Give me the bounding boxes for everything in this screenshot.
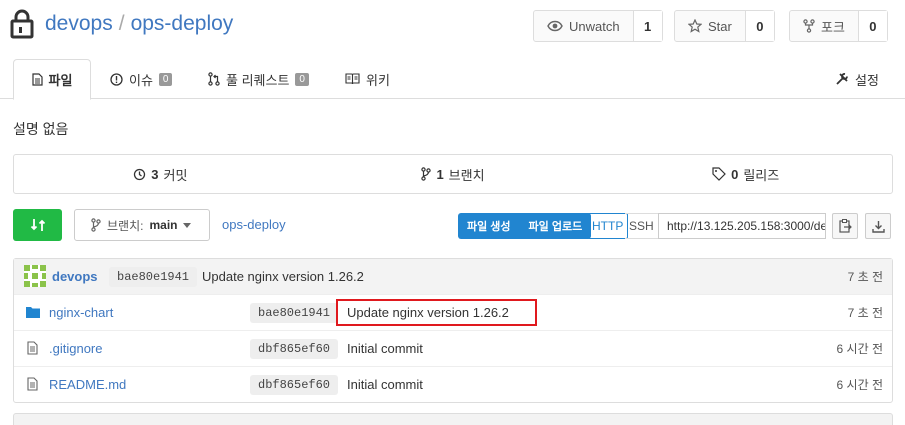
- download-icon: [871, 220, 885, 233]
- repo-title-separator: /: [118, 12, 125, 35]
- lock-icon: [10, 9, 34, 39]
- repo-description: 설명 없음: [13, 121, 69, 137]
- latest-commit-message[interactable]: Update nginx version 1.26.2: [202, 269, 364, 284]
- tab-files-label: 파일: [48, 73, 73, 88]
- clipboard-icon: [838, 219, 852, 233]
- fork-label: 포크: [821, 19, 845, 35]
- file-row[interactable]: nginx-chart bae80e1941 Update nginx vers…: [14, 294, 892, 330]
- compare-button[interactable]: [13, 209, 62, 241]
- sync-arrows-icon: [30, 217, 46, 233]
- releases-count: 0: [731, 166, 739, 182]
- tab-settings-label: 설정: [855, 72, 879, 88]
- file-name-link[interactable]: nginx-chart: [49, 305, 113, 320]
- caret-down-icon: [183, 222, 192, 228]
- repo-stats-bar: 3 커밋 1 브랜치 0 릴리즈: [13, 154, 893, 194]
- file-commit-sha[interactable]: dbf865ef60: [250, 338, 339, 359]
- http-clone-button[interactable]: HTTP: [587, 213, 629, 239]
- upload-file-button[interactable]: 파일 업로드: [520, 213, 592, 239]
- file-table: devops bae80e1941 Update nginx version 1…: [13, 258, 893, 403]
- branches-label: 브랜치: [448, 167, 485, 183]
- file-actions-group: 파일 생성 파일 업로드: [458, 213, 592, 239]
- unwatch-label: Unwatch: [569, 18, 620, 34]
- branches-stat[interactable]: 1 브랜치: [307, 155, 600, 193]
- copy-url-button[interactable]: [832, 213, 858, 239]
- commit-author-link[interactable]: devops: [52, 269, 98, 284]
- file-row[interactable]: README.md dbf865ef60 Initial commit 6 시간…: [14, 366, 892, 402]
- star-button[interactable]: Star: [675, 11, 746, 41]
- repo-tabs: 파일 이슈 0 풀 리퀘스트 0 위키 설정: [0, 59, 905, 100]
- file-commit-message[interactable]: Initial commit: [347, 377, 423, 392]
- file-text-icon: [27, 341, 38, 355]
- latest-commit-age: 7 초 전: [847, 270, 883, 284]
- download-button[interactable]: [865, 213, 891, 239]
- pull-requests-count-badge: 0: [295, 72, 309, 86]
- releases-stat[interactable]: 0 릴리즈: [599, 155, 892, 193]
- tab-issues[interactable]: 이슈 0: [110, 59, 173, 99]
- issues-count-badge: 0: [158, 72, 173, 86]
- folder-icon: [26, 306, 40, 318]
- commits-count: 3: [151, 166, 159, 182]
- fork-count[interactable]: 0: [858, 11, 887, 41]
- git-branch-icon: [421, 167, 432, 181]
- tab-wiki-label: 위키: [366, 72, 390, 88]
- commits-stat[interactable]: 3 커밋: [14, 155, 307, 193]
- file-name-link[interactable]: README.md: [49, 377, 126, 392]
- file-commit-age: 6 시간 전: [836, 342, 883, 356]
- commits-label: 커밋: [163, 167, 188, 183]
- file-commit-age: 6 시간 전: [836, 378, 883, 392]
- star-label: Star: [708, 18, 732, 34]
- file-code-icon: [31, 73, 43, 86]
- new-file-button[interactable]: 파일 생성: [458, 213, 520, 239]
- repo-name-link[interactable]: ops-deploy: [131, 12, 234, 35]
- tag-icon: [712, 167, 726, 181]
- book-icon: [345, 73, 360, 85]
- repo-owner-link[interactable]: devops: [45, 12, 113, 35]
- branch-selector[interactable]: 브랜치: main: [74, 209, 210, 241]
- clone-url-input[interactable]: http://13.125.205.158:3000/devops/ops-de…: [658, 213, 826, 239]
- fork-button-group: 포크 0: [789, 10, 888, 42]
- tab-issues-label: 이슈: [129, 72, 153, 88]
- history-icon: [133, 168, 146, 181]
- ssh-clone-button[interactable]: SSH: [625, 213, 659, 239]
- latest-commit-sha[interactable]: bae80e1941: [109, 266, 198, 287]
- tab-files[interactable]: 파일: [13, 59, 91, 100]
- file-commit-message[interactable]: Update nginx version 1.26.2: [336, 299, 537, 326]
- branch-prefix: 브랜치:: [107, 218, 144, 233]
- readme-header: [13, 413, 893, 425]
- star-count[interactable]: 0: [745, 11, 774, 41]
- eye-icon: [547, 20, 563, 32]
- file-text-icon: [27, 377, 38, 391]
- star-icon: [688, 19, 702, 33]
- tools-icon: [835, 72, 849, 86]
- star-button-group: Star 0: [674, 10, 775, 42]
- tab-wiki[interactable]: 위키: [345, 59, 390, 99]
- repo-forked-icon: [803, 19, 815, 33]
- file-name-link[interactable]: .gitignore: [49, 341, 102, 356]
- watch-count[interactable]: 1: [633, 11, 662, 41]
- tab-settings[interactable]: 설정: [835, 59, 879, 99]
- issue-opened-icon: [110, 72, 123, 86]
- unwatch-button[interactable]: Unwatch: [534, 11, 634, 41]
- releases-label: 릴리즈: [743, 167, 780, 183]
- watch-button-group: Unwatch 1: [533, 10, 663, 42]
- repo-path-link[interactable]: ops-deploy: [222, 217, 286, 232]
- branches-count: 1: [436, 166, 444, 182]
- fork-button[interactable]: 포크: [790, 11, 859, 41]
- author-avatar[interactable]: [24, 265, 46, 287]
- repo-header: devops / ops-deploy Unwatch 1 Star 0 포크 0: [0, 0, 905, 52]
- tab-pull-requests-label: 풀 리퀘스트: [226, 72, 290, 88]
- git-pull-request-icon: [208, 72, 220, 86]
- file-commit-sha[interactable]: bae80e1941: [250, 302, 339, 323]
- file-row[interactable]: .gitignore dbf865ef60 Initial commit 6 시…: [14, 330, 892, 366]
- latest-commit-row: devops bae80e1941 Update nginx version 1…: [14, 259, 892, 294]
- file-commit-message[interactable]: Initial commit: [347, 341, 423, 356]
- git-branch-icon: [91, 218, 101, 232]
- file-commit-age: 7 초 전: [847, 306, 883, 320]
- file-commit-sha[interactable]: dbf865ef60: [250, 374, 339, 395]
- repo-title: devops / ops-deploy: [45, 12, 233, 36]
- branch-name: main: [149, 218, 178, 232]
- tab-pull-requests[interactable]: 풀 리퀘스트 0: [208, 59, 309, 99]
